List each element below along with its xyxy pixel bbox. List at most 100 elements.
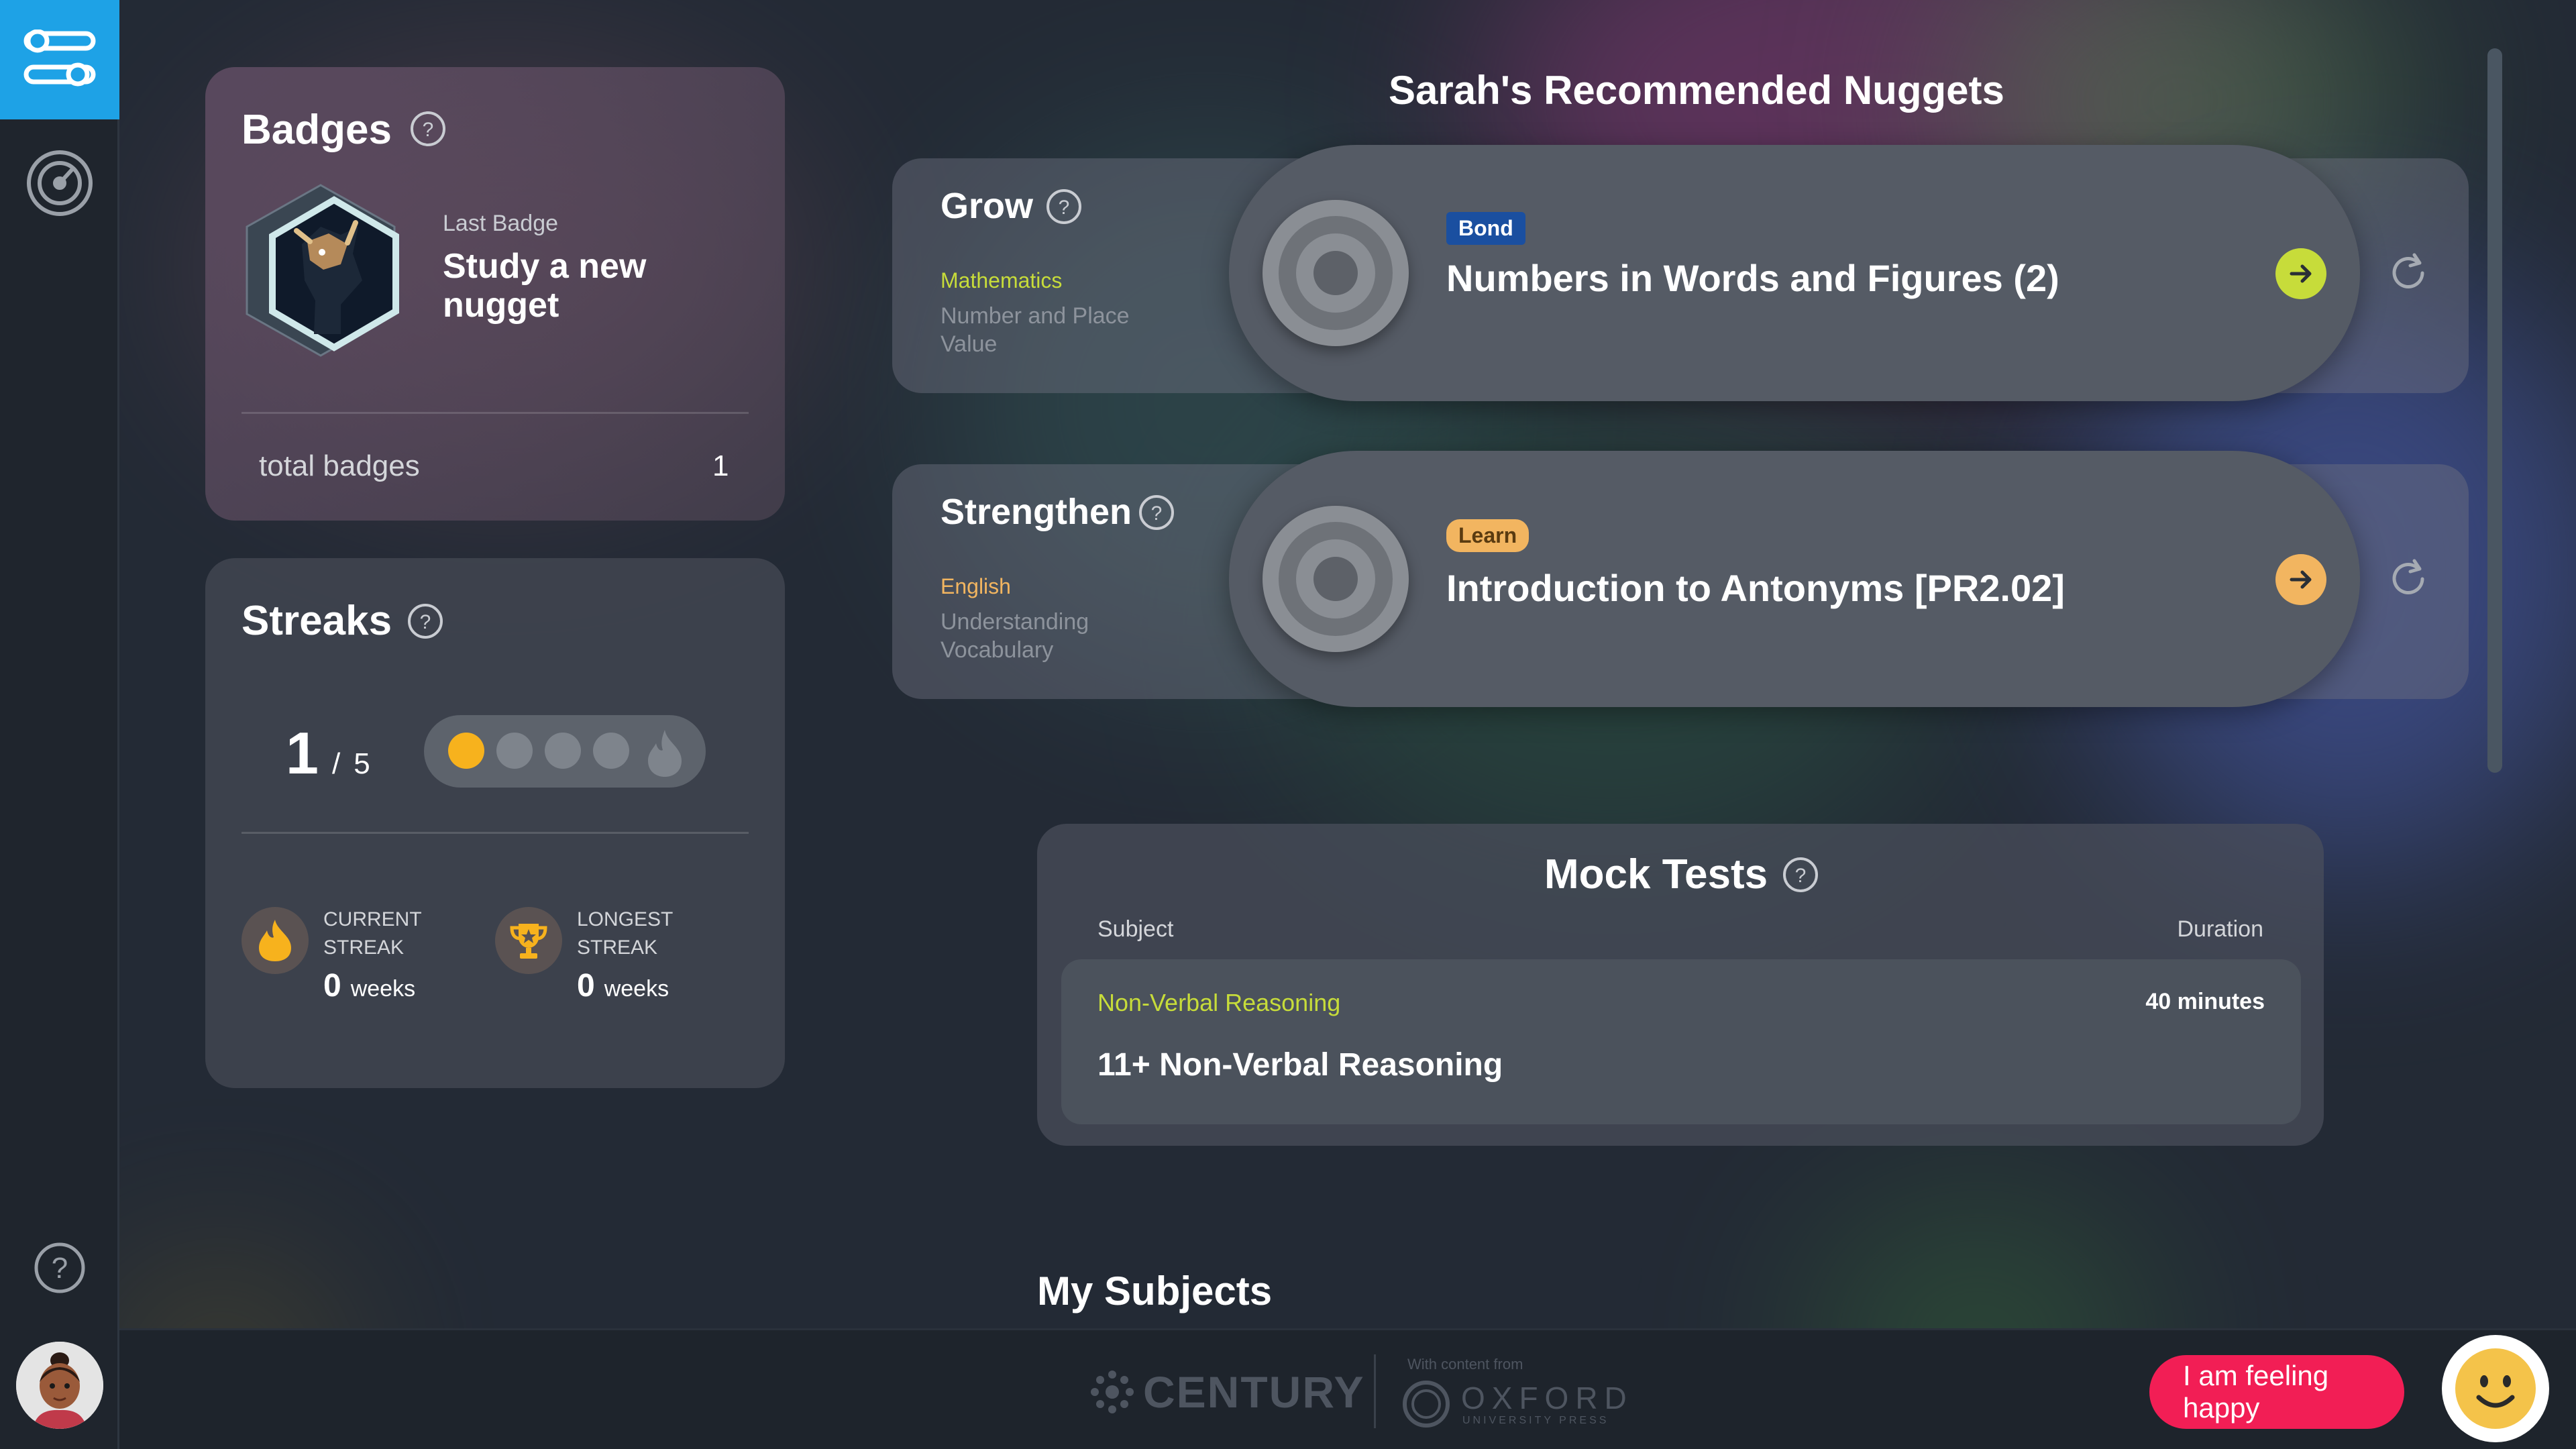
nugget-front-grow[interactable]: Bond Numbers in Words and Figures (2): [1229, 145, 2360, 401]
mock-col-duration: Duration: [2177, 916, 2263, 942]
nugget-start-button-grow[interactable]: [2275, 248, 2326, 299]
oxford-brand: OXFORD: [1461, 1381, 1633, 1415]
current-streak-unit: weeks: [350, 976, 416, 1002]
badges-title: Badges: [241, 107, 392, 153]
longest-streak-badge: [495, 907, 562, 974]
svg-text:?: ?: [423, 119, 434, 141]
with-content-from: With content from: [1407, 1356, 1523, 1373]
nugget-start-button-strengthen[interactable]: [2275, 554, 2326, 605]
svg-text:?: ?: [1151, 502, 1163, 525]
trophy-icon: [510, 924, 547, 959]
nugget-topic-strengthen-line2: Vocabulary: [941, 637, 1054, 663]
mood-label: I am feeling happy: [2183, 1360, 2329, 1424]
nugget-topic-grow: Number and Place Value: [941, 302, 1130, 358]
nugget-topic-strengthen: Understanding Vocabulary: [941, 608, 1089, 664]
svg-text:?: ?: [1795, 865, 1807, 887]
current-streak-label: CURRENT STREAK: [323, 906, 422, 962]
user-avatar[interactable]: [16, 1342, 103, 1429]
longest-streak-unit: weeks: [604, 976, 669, 1002]
streaks-help-icon[interactable]: ?: [407, 602, 444, 640]
grow-help-icon[interactable]: ?: [1045, 188, 1083, 225]
last-badge-label: Last Badge: [443, 211, 559, 236]
century-logo-icon: [1091, 1371, 1134, 1413]
total-badges-value: 1: [712, 449, 729, 482]
nugget-topic-strengthen-line1: Understanding: [941, 609, 1089, 635]
streak-dot-filled: [448, 733, 484, 769]
nugget-target-icon: [1263, 506, 1409, 652]
smiley-icon: [2455, 1348, 2536, 1429]
sliders-icon: [23, 30, 96, 87]
current-streak-label-1: CURRENT: [323, 908, 422, 930]
streak-goal: 5: [354, 747, 370, 780]
badges-divider: [241, 412, 749, 414]
nugget-tag-learn: Learn: [1446, 519, 1529, 552]
streak-dot-empty: [496, 733, 533, 769]
mood-face-button[interactable]: [2442, 1335, 2549, 1442]
nugget-tag-bond: Bond: [1446, 212, 1525, 245]
oxford-sub: UNIVERSITY PRESS: [1462, 1415, 1609, 1426]
avatar-icon: [16, 1342, 103, 1429]
badges-help-icon[interactable]: ?: [409, 110, 447, 148]
mock-test-duration: 40 minutes: [2145, 989, 2265, 1014]
streaks-title: Streaks: [241, 598, 392, 644]
longest-streak-label-1: LONGEST: [577, 908, 674, 930]
question-icon: ?: [34, 1242, 85, 1293]
nugget-topic-grow-line1: Number and Place: [941, 303, 1130, 329]
longest-streak-number: 0: [577, 968, 595, 1004]
flame-icon: [259, 920, 291, 961]
longest-streak-label: LONGEST STREAK: [577, 906, 673, 962]
streak-dot-empty: [545, 733, 581, 769]
refresh-icon[interactable]: [2385, 250, 2432, 297]
nugget-name-grow: Numbers in Words and Figures (2): [1446, 257, 2059, 299]
nugget-front-strengthen[interactable]: Learn Introduction to Antonyms [PR2.02]: [1229, 451, 2360, 707]
flame-outline-icon: [648, 730, 682, 777]
total-badges-label: total badges: [259, 449, 420, 482]
last-badge-name: Study a new nugget: [443, 247, 647, 325]
nav-speedometer[interactable]: [0, 123, 119, 243]
century-brand: CENTURY: [1143, 1367, 1365, 1417]
badge-medal-icon: [246, 184, 399, 357]
current-streak-badge: [241, 907, 309, 974]
mock-tests-help-icon[interactable]: ?: [1782, 856, 1819, 894]
svg-text:?: ?: [52, 1252, 68, 1285]
current-streak-number: 0: [323, 968, 341, 1004]
mock-test-name: 11+ Non-Verbal Reasoning: [1097, 1047, 1503, 1083]
current-streak-label-2: STREAK: [323, 936, 405, 959]
streak-progress: [424, 715, 706, 788]
refresh-icon[interactable]: [2385, 555, 2432, 602]
current-streak-value: 0 weeks: [323, 967, 415, 1004]
nav-dashboard[interactable]: [0, 0, 119, 119]
arrow-right-icon: [2290, 264, 2312, 283]
nugget-type-strengthen: Strengthen: [941, 492, 1132, 532]
mock-test-row[interactable]: Non-Verbal Reasoning 40 minutes 11+ Non-…: [1061, 959, 2301, 1124]
strengthen-help-icon[interactable]: ?: [1138, 494, 1175, 531]
nuggets-title: Sarah's Recommended Nuggets: [1389, 68, 2004, 113]
svg-text:?: ?: [1059, 197, 1070, 219]
svg-text:?: ?: [420, 611, 431, 633]
longest-streak-value: 0 weeks: [577, 967, 669, 1004]
streak-count: 1 / 5: [286, 719, 370, 788]
streak-current: 1: [286, 720, 319, 786]
oxford-logo-icon: [1403, 1381, 1450, 1428]
nugget-name-strengthen: Introduction to Antonyms [PR2.02]: [1446, 567, 2065, 609]
mock-col-subject: Subject: [1097, 916, 1174, 942]
arrow-right-icon: [2290, 570, 2312, 589]
speedometer-icon: [27, 150, 93, 216]
mood-button[interactable]: I am feeling happy: [2149, 1355, 2404, 1429]
mock-tests-card: Mock Tests ? Subject Duration Non-Verbal…: [1037, 824, 2324, 1146]
sidebar: ?: [0, 0, 119, 1449]
nugget-subject-grow: Mathematics: [941, 268, 1063, 292]
nugget-subject-strengthen: English: [941, 574, 1011, 598]
nugget-topic-grow-line2: Value: [941, 331, 998, 357]
nugget-type-grow: Grow: [941, 186, 1034, 226]
streaks-card: Streaks ? 1 / 5 CURRENT STREAK 0 weeks L…: [205, 558, 785, 1088]
scrollbar[interactable]: [2487, 48, 2502, 773]
badges-card: Badges ? Last Badge Study a new nugget t…: [205, 67, 785, 521]
nugget-target-icon: [1263, 200, 1409, 346]
help-button[interactable]: ?: [33, 1241, 87, 1295]
streaks-divider: [241, 832, 749, 834]
mock-tests-title: Mock Tests: [1544, 851, 1768, 898]
footer-divider: [1374, 1354, 1376, 1428]
mock-test-subject: Non-Verbal Reasoning: [1097, 989, 1341, 1016]
streak-separator: /: [331, 747, 341, 780]
